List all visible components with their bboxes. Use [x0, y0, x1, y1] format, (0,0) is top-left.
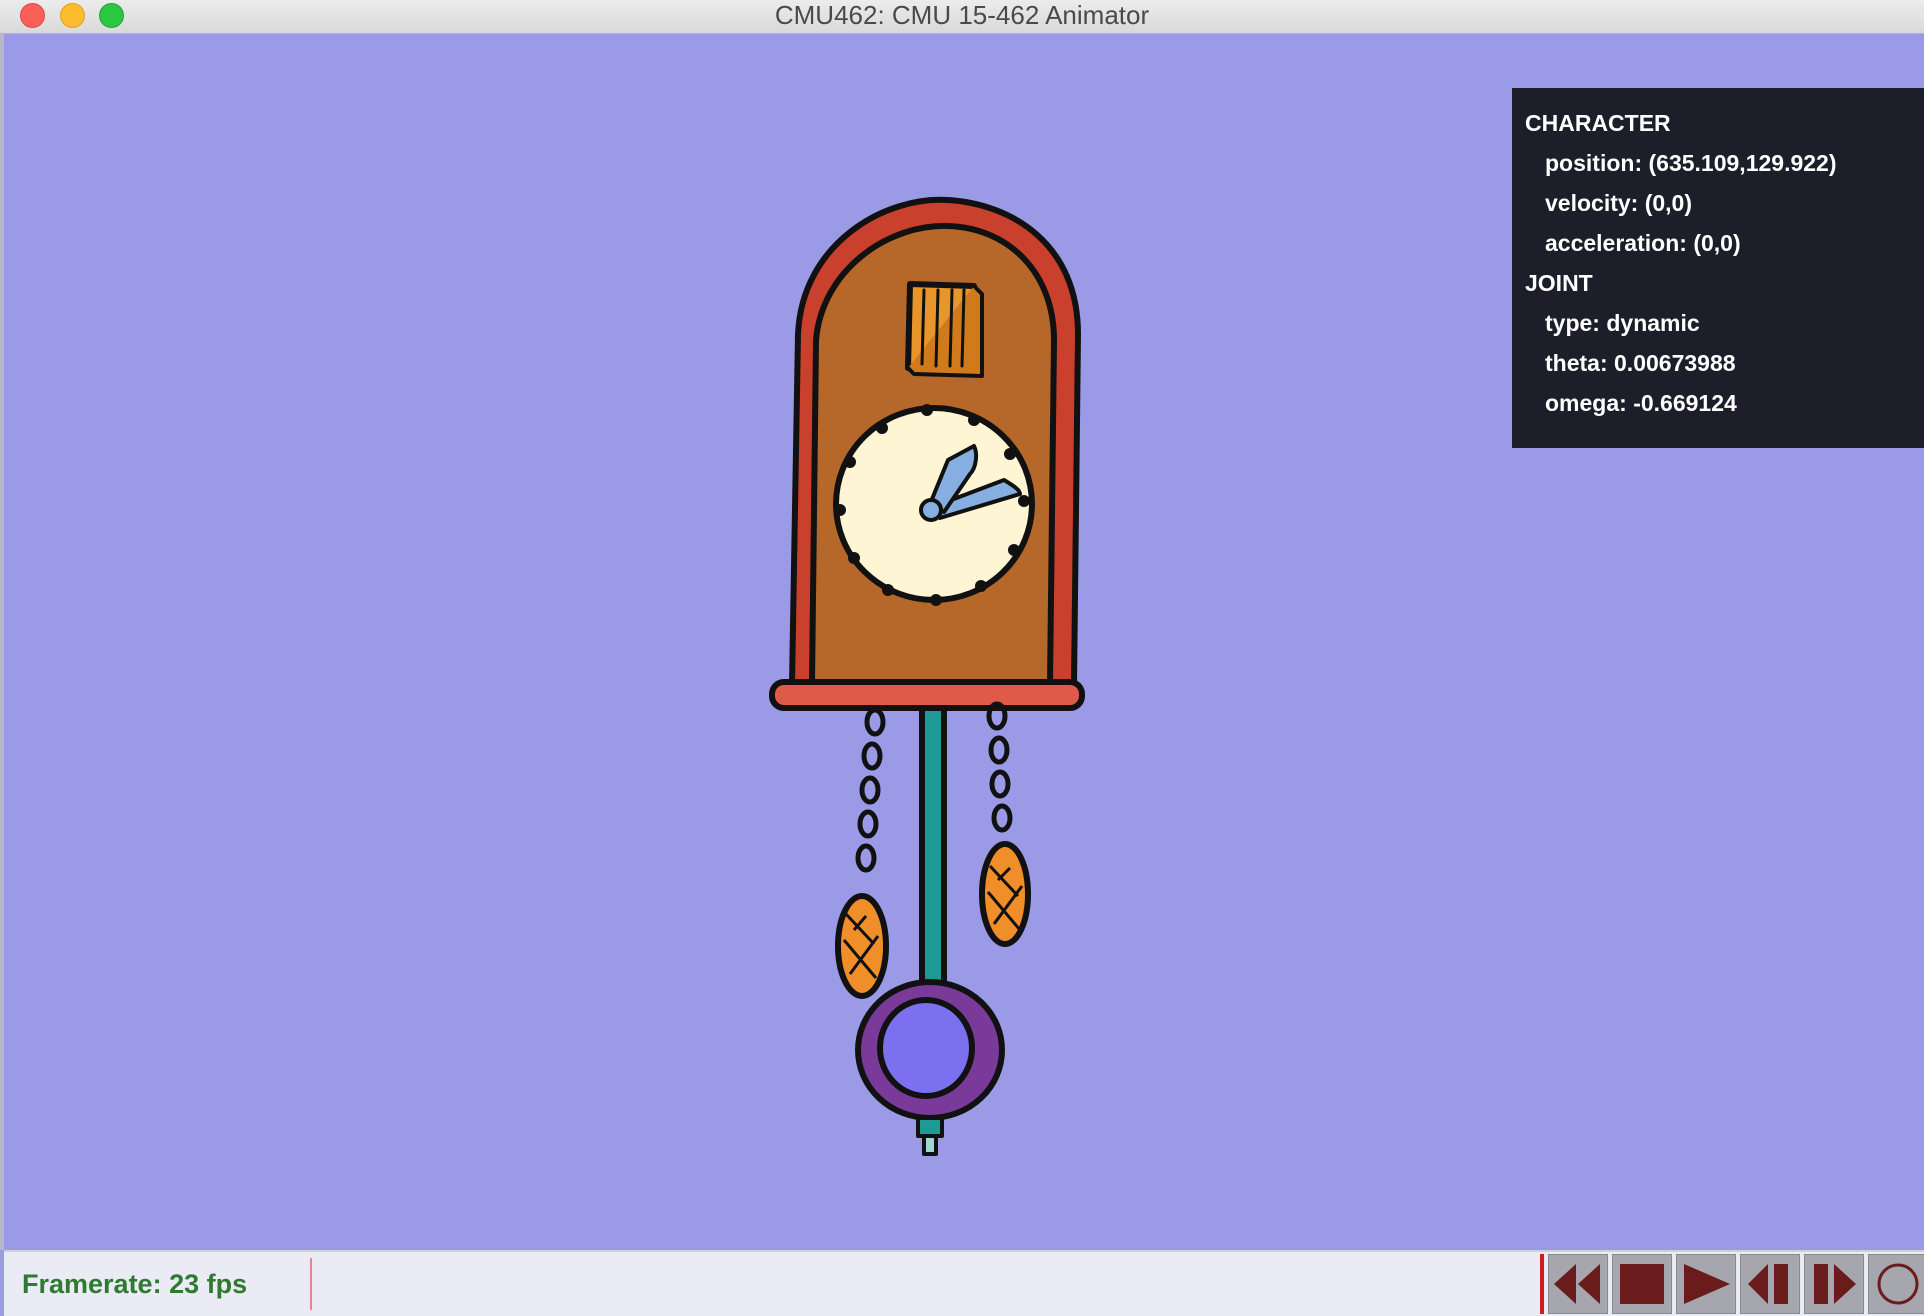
stop-button[interactable] — [1612, 1254, 1672, 1314]
clock-base-shelf — [769, 679, 1085, 711]
timeline-bar: Framerate: 23 fps — [4, 1250, 1924, 1316]
velocity-value: (0,0) — [1644, 190, 1693, 216]
step-forward-icon — [1814, 1264, 1856, 1304]
step-back-icon — [1748, 1264, 1788, 1304]
acceleration-row: acceleration(0,0) — [1525, 223, 1924, 263]
record-icon — [1877, 1263, 1919, 1305]
theta-value: 0.00673988 — [1614, 350, 1736, 376]
stop-icon — [1620, 1264, 1664, 1304]
step-forward-button[interactable] — [1804, 1254, 1864, 1314]
window-titlebar: CMU462: CMU 15-462 Animator — [0, 0, 1924, 34]
record-button[interactable] — [1868, 1254, 1924, 1314]
play-icon — [1684, 1264, 1730, 1304]
clock-weight-left — [835, 893, 889, 999]
omega-label: omega — [1545, 390, 1633, 416]
framerate-readout: Framerate: 23 fps — [22, 1269, 248, 1299]
omega-value: -0.669124 — [1633, 390, 1737, 416]
joint-heading: JOINT — [1525, 270, 1593, 296]
theta-row: theta0.00673988 — [1525, 343, 1924, 383]
playhead-marker[interactable] — [1540, 1254, 1544, 1314]
velocity-label: velocity — [1545, 190, 1645, 216]
info-panel: CHARACTER position(635.109,129.922) velo… — [1512, 88, 1924, 448]
window-title: CMU462: CMU 15-462 Animator — [774, 0, 1150, 30]
theta-label: theta — [1545, 350, 1614, 376]
position-label: position — [1545, 150, 1649, 176]
type-label: type — [1545, 310, 1606, 336]
rewind-icon — [1554, 1264, 1600, 1304]
type-row: typedynamic — [1525, 303, 1924, 343]
omega-row: omega-0.669124 — [1525, 383, 1924, 423]
character-heading: CHARACTER — [1525, 110, 1671, 136]
step-back-button[interactable] — [1740, 1254, 1800, 1314]
acceleration-value: (0,0) — [1693, 230, 1741, 256]
velocity-row: velocity(0,0) — [1525, 183, 1924, 223]
pendulum-rod — [919, 705, 947, 1017]
position-value: (635.109,129.922) — [1648, 150, 1837, 176]
rewind-button[interactable] — [1548, 1254, 1608, 1314]
play-button[interactable] — [1676, 1254, 1736, 1314]
transport-controls — [1540, 1254, 1924, 1314]
timeline-divider — [310, 1258, 312, 1310]
acceleration-label: acceleration — [1545, 230, 1693, 256]
type-value: dynamic — [1606, 310, 1700, 336]
position-row: position(635.109,129.922) — [1525, 143, 1924, 183]
